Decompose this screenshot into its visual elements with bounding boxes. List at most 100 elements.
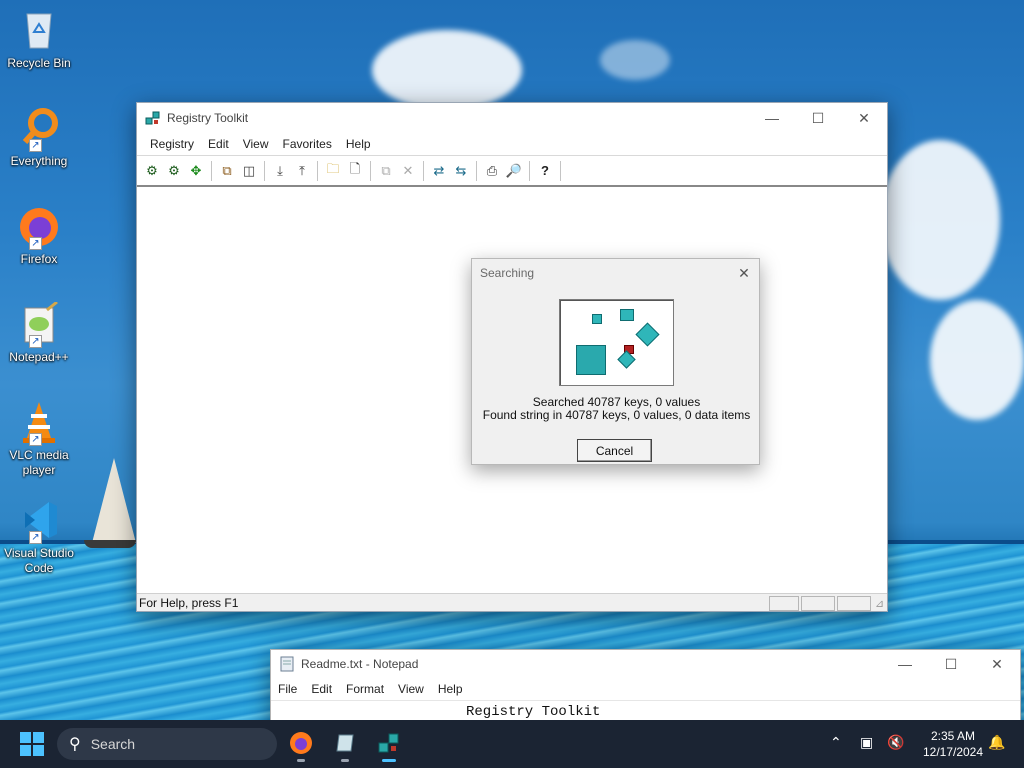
print-icon[interactable]: ⎙ (481, 160, 503, 182)
clock-time: 2:35 AM (930, 729, 976, 743)
clock-date: 12/17/2024 (922, 745, 984, 759)
shortcut-arrow-icon: ↗ (29, 237, 42, 250)
toolbar-separator (370, 160, 371, 181)
clock[interactable]: 2:35 AM 12/17/2024 (915, 728, 991, 760)
menu-help[interactable]: Help (431, 682, 470, 696)
taskbar-registry-toolkit[interactable] (374, 728, 404, 762)
toolbar-separator (476, 160, 477, 181)
window-title: Readme.txt - Notepad (301, 657, 419, 671)
menu-favorites[interactable]: Favorites (276, 137, 339, 151)
toolbar-separator (264, 160, 265, 181)
minimize-button[interactable]: — (749, 103, 795, 133)
maximize-button[interactable]: ☐ (928, 649, 974, 679)
menu-edit[interactable]: Edit (201, 137, 236, 151)
compare-icon[interactable]: ◫ (238, 160, 260, 182)
shortcut-arrow-icon: ↗ (29, 139, 42, 152)
cancel-button[interactable]: Cancel (577, 439, 652, 462)
new-file-icon[interactable]: 🗋 (344, 160, 366, 182)
notepad-icon (336, 734, 354, 752)
title-bar[interactable]: Registry Toolkit — ☐ ✕ (137, 103, 887, 133)
firefox-icon (290, 732, 312, 754)
dialog-title-bar[interactable]: Searching ✕ (472, 259, 759, 287)
copy-key-icon[interactable]: ⧉ (216, 160, 238, 182)
desktop-icon-vlc[interactable]: ↗ VLC media player (2, 400, 76, 478)
menu-view[interactable]: View (391, 682, 431, 696)
chevron-up-icon[interactable]: ⌃ (830, 734, 842, 751)
menu-bar: Registry Edit View Favorites Help (137, 133, 887, 155)
start-button[interactable] (20, 732, 44, 756)
export-icon[interactable]: ⤓ (269, 160, 291, 182)
volume-muted-icon[interactable]: 🔇 (887, 734, 904, 751)
find-next-icon[interactable]: ⚙ (163, 160, 185, 182)
find-icon[interactable]: ⚙ (141, 160, 163, 182)
menu-view[interactable]: View (236, 137, 276, 151)
disconnect-icon[interactable]: ⇆ (450, 160, 472, 182)
cube-icon (592, 314, 602, 324)
desktop-icon-recycle-bin[interactable]: Recycle Bin (2, 8, 76, 71)
taskbar: ⚲ Search ⌃ ▣ 🔇 2:35 AM 12/17/2024 🔔 (0, 720, 1024, 768)
notepad-window: Readme.txt - Notepad — ☐ ✕ File Edit For… (270, 649, 1021, 729)
close-button[interactable]: ✕ (974, 649, 1020, 679)
status-panel (801, 596, 835, 611)
import-icon[interactable]: ⤒ (291, 160, 313, 182)
desktop-icon-everything[interactable]: ↗ Everything (2, 106, 76, 169)
taskbar-firefox[interactable] (286, 728, 316, 762)
desktop-icon-label: Visual Studio Code (4, 546, 74, 575)
taskbar-search[interactable]: ⚲ Search (57, 728, 277, 760)
status-panel (837, 596, 871, 611)
desktop-icon-notepad-plus-plus[interactable]: ↗ Notepad++ (2, 300, 76, 365)
connect-icon[interactable]: ⇄ (428, 160, 450, 182)
menu-file[interactable]: File (271, 682, 304, 696)
dialog-title: Searching (480, 266, 535, 280)
toolbar-separator (529, 160, 530, 181)
registry-toolkit-icon (378, 733, 399, 753)
search-animation (559, 299, 674, 386)
searched-count-text: Searched 40787 keys, 0 values (532, 395, 701, 409)
toolbar-separator (423, 160, 424, 181)
properties-icon[interactable]: ⧉ (375, 160, 397, 182)
desktop-icon-firefox[interactable]: ↗ Firefox (2, 204, 76, 267)
goto-icon[interactable]: ✥ (185, 160, 207, 182)
help-icon[interactable]: ? (534, 160, 556, 182)
vlc-cone-icon: ↗ (17, 400, 61, 446)
resize-grip-icon[interactable]: ⊿ (875, 597, 884, 610)
status-bar: For Help, press F1 ⊿ (137, 593, 887, 611)
notepad-app-icon (279, 656, 295, 672)
desktop-icon-label: Everything (10, 154, 68, 168)
title-bar[interactable]: Readme.txt - Notepad — ☐ ✕ (271, 650, 1020, 678)
registry-toolkit-app-icon (145, 110, 161, 126)
desktop-icon-vscode[interactable]: ↗ Visual Studio Code (2, 498, 76, 576)
menu-format[interactable]: Format (339, 682, 391, 696)
notification-bell-icon[interactable]: 🔔 (988, 734, 1005, 751)
print-preview-icon[interactable]: 🔎 (503, 160, 525, 182)
toolbar: ⚙ ⚙ ✥ ⧉ ◫ ⤓ ⤒ 🗀 🗋 ⧉ ✕ ⇄ ⇆ ⎙ 🔎 ? (137, 155, 887, 187)
dialog-close-button[interactable]: ✕ (729, 258, 759, 288)
search-placeholder: Search (90, 736, 136, 752)
delete-icon[interactable]: ✕ (397, 160, 419, 182)
menu-help[interactable]: Help (339, 137, 378, 151)
menu-bar: File Edit Format View Help (271, 678, 1020, 700)
toolbar-separator (317, 160, 318, 181)
text-editor[interactable]: Registry Toolkit (271, 700, 1020, 722)
menu-registry[interactable]: Registry (143, 137, 201, 151)
network-icon[interactable]: ▣ (860, 734, 873, 751)
desktop-icon-label: Notepad++ (9, 350, 69, 364)
desktop-icon-label: Firefox (20, 252, 58, 266)
taskbar-notepad[interactable] (330, 728, 360, 762)
shortcut-arrow-icon: ↗ (29, 531, 42, 544)
found-count-text: Found string in 40787 keys, 0 values, 0 … (482, 408, 751, 422)
vscode-icon: ↗ (17, 498, 61, 544)
cube-icon (635, 322, 660, 347)
cube-icon (620, 309, 634, 321)
maximize-button[interactable]: ☐ (795, 103, 841, 133)
desktop-icon-label: VLC media player (9, 448, 69, 477)
minimize-button[interactable]: — (882, 649, 928, 679)
desktop-icon-label: Recycle Bin (7, 56, 71, 70)
menu-edit[interactable]: Edit (304, 682, 339, 696)
cube-stack-icon (576, 345, 606, 375)
search-icon: ⚲ (69, 736, 81, 753)
recycle-bin-icon (17, 8, 61, 52)
toolbar-separator (211, 160, 212, 181)
close-button[interactable]: ✕ (841, 103, 887, 133)
open-folder-icon[interactable]: 🗀 (322, 160, 344, 182)
